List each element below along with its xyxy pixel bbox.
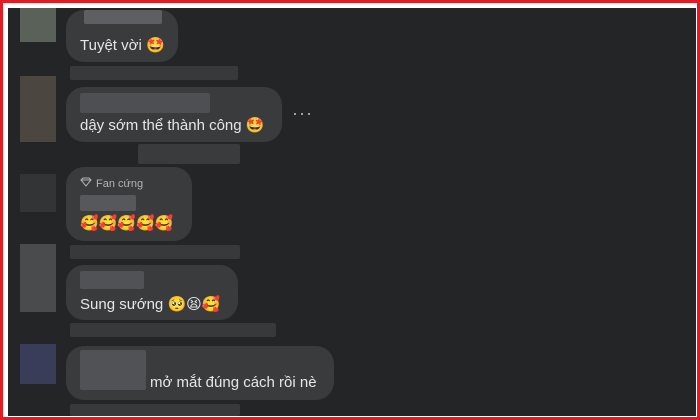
comment-text: Tuyệt vời 🤩 <box>80 36 165 54</box>
blurred-comment-actions <box>70 323 276 337</box>
top-fan-badge: Fan cứng <box>80 177 143 190</box>
emoji-reaction-text: 🥰🥰🥰🥰🥰 <box>80 214 174 232</box>
emoji-reaction: 🥺😫🥰 <box>167 295 221 313</box>
more-options-button[interactable]: ··· <box>292 104 313 122</box>
comment-text: dậy sớm thể thành công 🤩 <box>80 116 265 134</box>
comment-text: mở mắt đúng cách rồi nè <box>150 374 317 391</box>
blurred-author-name <box>80 350 146 390</box>
blurred-comment-actions <box>70 404 240 416</box>
badge-label: Fan cứng <box>96 177 144 190</box>
comment-bubble[interactable]: Tuyệt vời 🤩 <box>66 10 178 62</box>
blurred-author-name <box>84 10 162 24</box>
screenshot-frame: Tuyệt vời 🤩 dậy sớm thể thành công 🤩 ···… <box>0 0 700 420</box>
comment-bubble[interactable]: Fan cứng 🥰🥰🥰🥰🥰 <box>66 167 192 241</box>
comment-bubble[interactable]: Sung sướng 🥺😫🥰 <box>66 265 238 320</box>
comment-section: Tuyệt vời 🤩 dậy sớm thể thành công 🤩 ···… <box>8 8 696 416</box>
avatar[interactable] <box>20 8 56 42</box>
blurred-author-name <box>80 93 210 113</box>
diamond-icon <box>80 177 92 190</box>
blurred-author-name <box>80 271 144 289</box>
blurred-comment-actions <box>70 245 240 259</box>
star-struck-emoji: 🤩 <box>245 116 265 134</box>
avatar[interactable] <box>20 76 56 142</box>
comment-bubble[interactable]: mở mắt đúng cách rồi nè <box>66 346 334 400</box>
avatar[interactable] <box>20 174 56 212</box>
comment-bubble[interactable]: dậy sớm thể thành công 🤩 <box>66 87 282 142</box>
star-struck-emoji: 🤩 <box>145 36 165 54</box>
comment-text: Sung sướng 🥺😫🥰 <box>80 295 221 313</box>
blurred-comment-actions <box>138 144 240 164</box>
blurred-comment-actions <box>70 66 238 80</box>
blurred-author-name <box>80 195 136 211</box>
avatar[interactable] <box>20 344 56 384</box>
avatar[interactable] <box>20 244 56 312</box>
